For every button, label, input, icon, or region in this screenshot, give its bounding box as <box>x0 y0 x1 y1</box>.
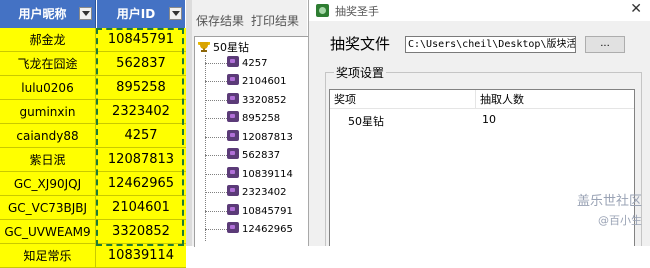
tree-item[interactable]: 3320852 <box>205 93 287 108</box>
gem-icon <box>227 222 239 233</box>
prize-cell[interactable]: 50星钻 <box>348 113 384 129</box>
tree-item[interactable]: 895258 <box>205 111 280 126</box>
gem-icon <box>227 130 239 141</box>
cell-userid[interactable]: 4257 <box>96 124 186 148</box>
cell-nickname[interactable]: 郝金龙 <box>0 28 96 52</box>
trophy-icon <box>198 42 210 52</box>
gem-icon <box>227 74 239 85</box>
cell-userid[interactable]: 12462965 <box>96 172 186 196</box>
tree-item[interactable]: 562837 <box>205 148 280 163</box>
result-window: 保存结果 打印结果 50星钻 4257 2104601 3320852 8952… <box>192 0 308 247</box>
tree-root[interactable]: 50星钻 <box>197 40 249 56</box>
count-cell[interactable]: 10 <box>482 113 496 126</box>
tree-item-label: 12087813 <box>242 132 293 143</box>
column-header-nickname-label: 用户昵称 <box>18 7 67 21</box>
sheet-rows: 郝金龙 10845791 飞龙在囧途 562837 lulu0206 89525… <box>0 28 186 268</box>
cell-userid[interactable]: 2104601 <box>96 196 186 220</box>
prize-list[interactable]: 奖项 抽取人数 50星钻 10 <box>329 89 635 246</box>
table-row: GC_XJ90JQJ 12462965 <box>0 172 186 196</box>
cell-nickname[interactable]: 知足常乐 <box>0 244 96 268</box>
cell-userid[interactable]: 12087813 <box>96 148 186 172</box>
table-row: GC_VC73BJBJ 2104601 <box>0 196 186 220</box>
gem-icon <box>227 185 239 196</box>
cell-userid[interactable]: 3320852 <box>96 220 186 244</box>
cell-nickname[interactable]: 飞龙在囧途 <box>0 52 96 76</box>
tree-item[interactable]: 4257 <box>205 56 267 71</box>
table-row: caiandy88 4257 <box>0 124 186 148</box>
watermark-text: 盖乐世社区 <box>576 194 642 209</box>
cell-nickname[interactable]: caiandy88 <box>0 124 96 148</box>
file-label: 抽奖文件 <box>330 35 391 53</box>
tree-item[interactable]: 10839114 <box>205 167 293 182</box>
table-row: 郝金龙 10845791 <box>0 28 186 52</box>
tree-item-label: 562837 <box>242 150 281 161</box>
result-tree[interactable]: 50星钻 4257 2104601 3320852 895258 1208781… <box>194 36 308 247</box>
cell-userid[interactable]: 562837 <box>96 52 186 76</box>
table-row: 飞龙在囧途 562837 <box>0 52 186 76</box>
watermark-author: @百小生 <box>598 214 642 227</box>
window-title: 抽奖圣手 <box>335 5 379 18</box>
table-row: 紫日泯 12087813 <box>0 148 186 172</box>
table-row: guminxin 2323402 <box>0 100 186 124</box>
file-path-input[interactable]: C:\Users\cheil\Desktop\版块活 <box>405 36 576 53</box>
tree-item-label: 10839114 <box>242 169 293 180</box>
tree-item[interactable]: 2323402 <box>205 185 287 200</box>
table-row: lulu0206 895258 <box>0 76 186 100</box>
tree-item-label: 2104601 <box>242 76 287 87</box>
tree-item-label: 12462965 <box>242 224 293 235</box>
column-header-userid[interactable]: 用户ID <box>97 0 185 28</box>
tree-item[interactable]: 12462965 <box>205 222 293 237</box>
table-row: GC_UVWEAM9 3320852 <box>0 220 186 244</box>
cell-nickname[interactable]: GC_VC73BJBJ <box>0 196 96 220</box>
cell-nickname[interactable]: lulu0206 <box>0 76 96 100</box>
tree-item-label: 4257 <box>242 58 268 69</box>
browse-button[interactable]: ... <box>585 36 625 53</box>
cell-userid[interactable]: 2323402 <box>96 100 186 124</box>
column-header-count[interactable]: 抽取人数 <box>476 90 634 109</box>
filter-dropdown-icon[interactable] <box>169 7 182 20</box>
app-icon <box>316 4 329 17</box>
column-header-userid-label: 用户ID <box>116 7 156 21</box>
tree-item-label: 2323402 <box>242 187 287 198</box>
tree-item-label: 10845791 <box>242 206 293 217</box>
column-header-prize[interactable]: 奖项 <box>330 90 476 109</box>
cell-nickname[interactable]: GC_XJ90JQJ <box>0 172 96 196</box>
tree-root-label: 50星钻 <box>213 41 249 54</box>
tree-item[interactable]: 10845791 <box>205 204 293 219</box>
gem-icon <box>227 167 239 178</box>
lottery-dialog: 抽奖圣手 ✕ 抽奖文件 C:\Users\cheil\Desktop\版块活 .… <box>308 0 650 246</box>
tree-item[interactable]: 12087813 <box>205 130 293 145</box>
print-results-button[interactable]: 打印结果 <box>251 12 299 29</box>
gem-icon <box>227 148 239 159</box>
title-bar[interactable]: 抽奖圣手 ✕ <box>309 0 650 21</box>
cell-nickname[interactable]: 紫日泯 <box>0 148 96 172</box>
cell-userid[interactable]: 895258 <box>96 76 186 100</box>
gem-icon <box>227 93 239 104</box>
cell-userid[interactable]: 10839114 <box>96 244 186 268</box>
cell-userid[interactable]: 10845791 <box>96 28 186 52</box>
spreadsheet: 用户昵称 用户ID 郝金龙 10845791 飞龙在囧途 562837 lulu… <box>0 0 192 268</box>
gem-icon <box>227 204 239 215</box>
cell-nickname[interactable]: GC_UVWEAM9 <box>0 220 96 244</box>
close-icon[interactable]: ✕ <box>630 1 642 17</box>
tree-item[interactable]: 2104601 <box>205 74 287 89</box>
tree-item-label: 3320852 <box>242 95 287 106</box>
gem-icon <box>227 111 239 122</box>
gem-icon <box>227 56 239 67</box>
column-header-nickname[interactable]: 用户昵称 <box>0 0 96 28</box>
group-label: 奖项设置 <box>334 64 387 81</box>
table-row: 知足常乐 10839114 <box>0 244 186 268</box>
save-results-button[interactable]: 保存结果 <box>196 12 244 29</box>
tree-item-label: 895258 <box>242 113 281 124</box>
cell-nickname[interactable]: guminxin <box>0 100 96 124</box>
filter-dropdown-icon[interactable] <box>79 7 92 20</box>
